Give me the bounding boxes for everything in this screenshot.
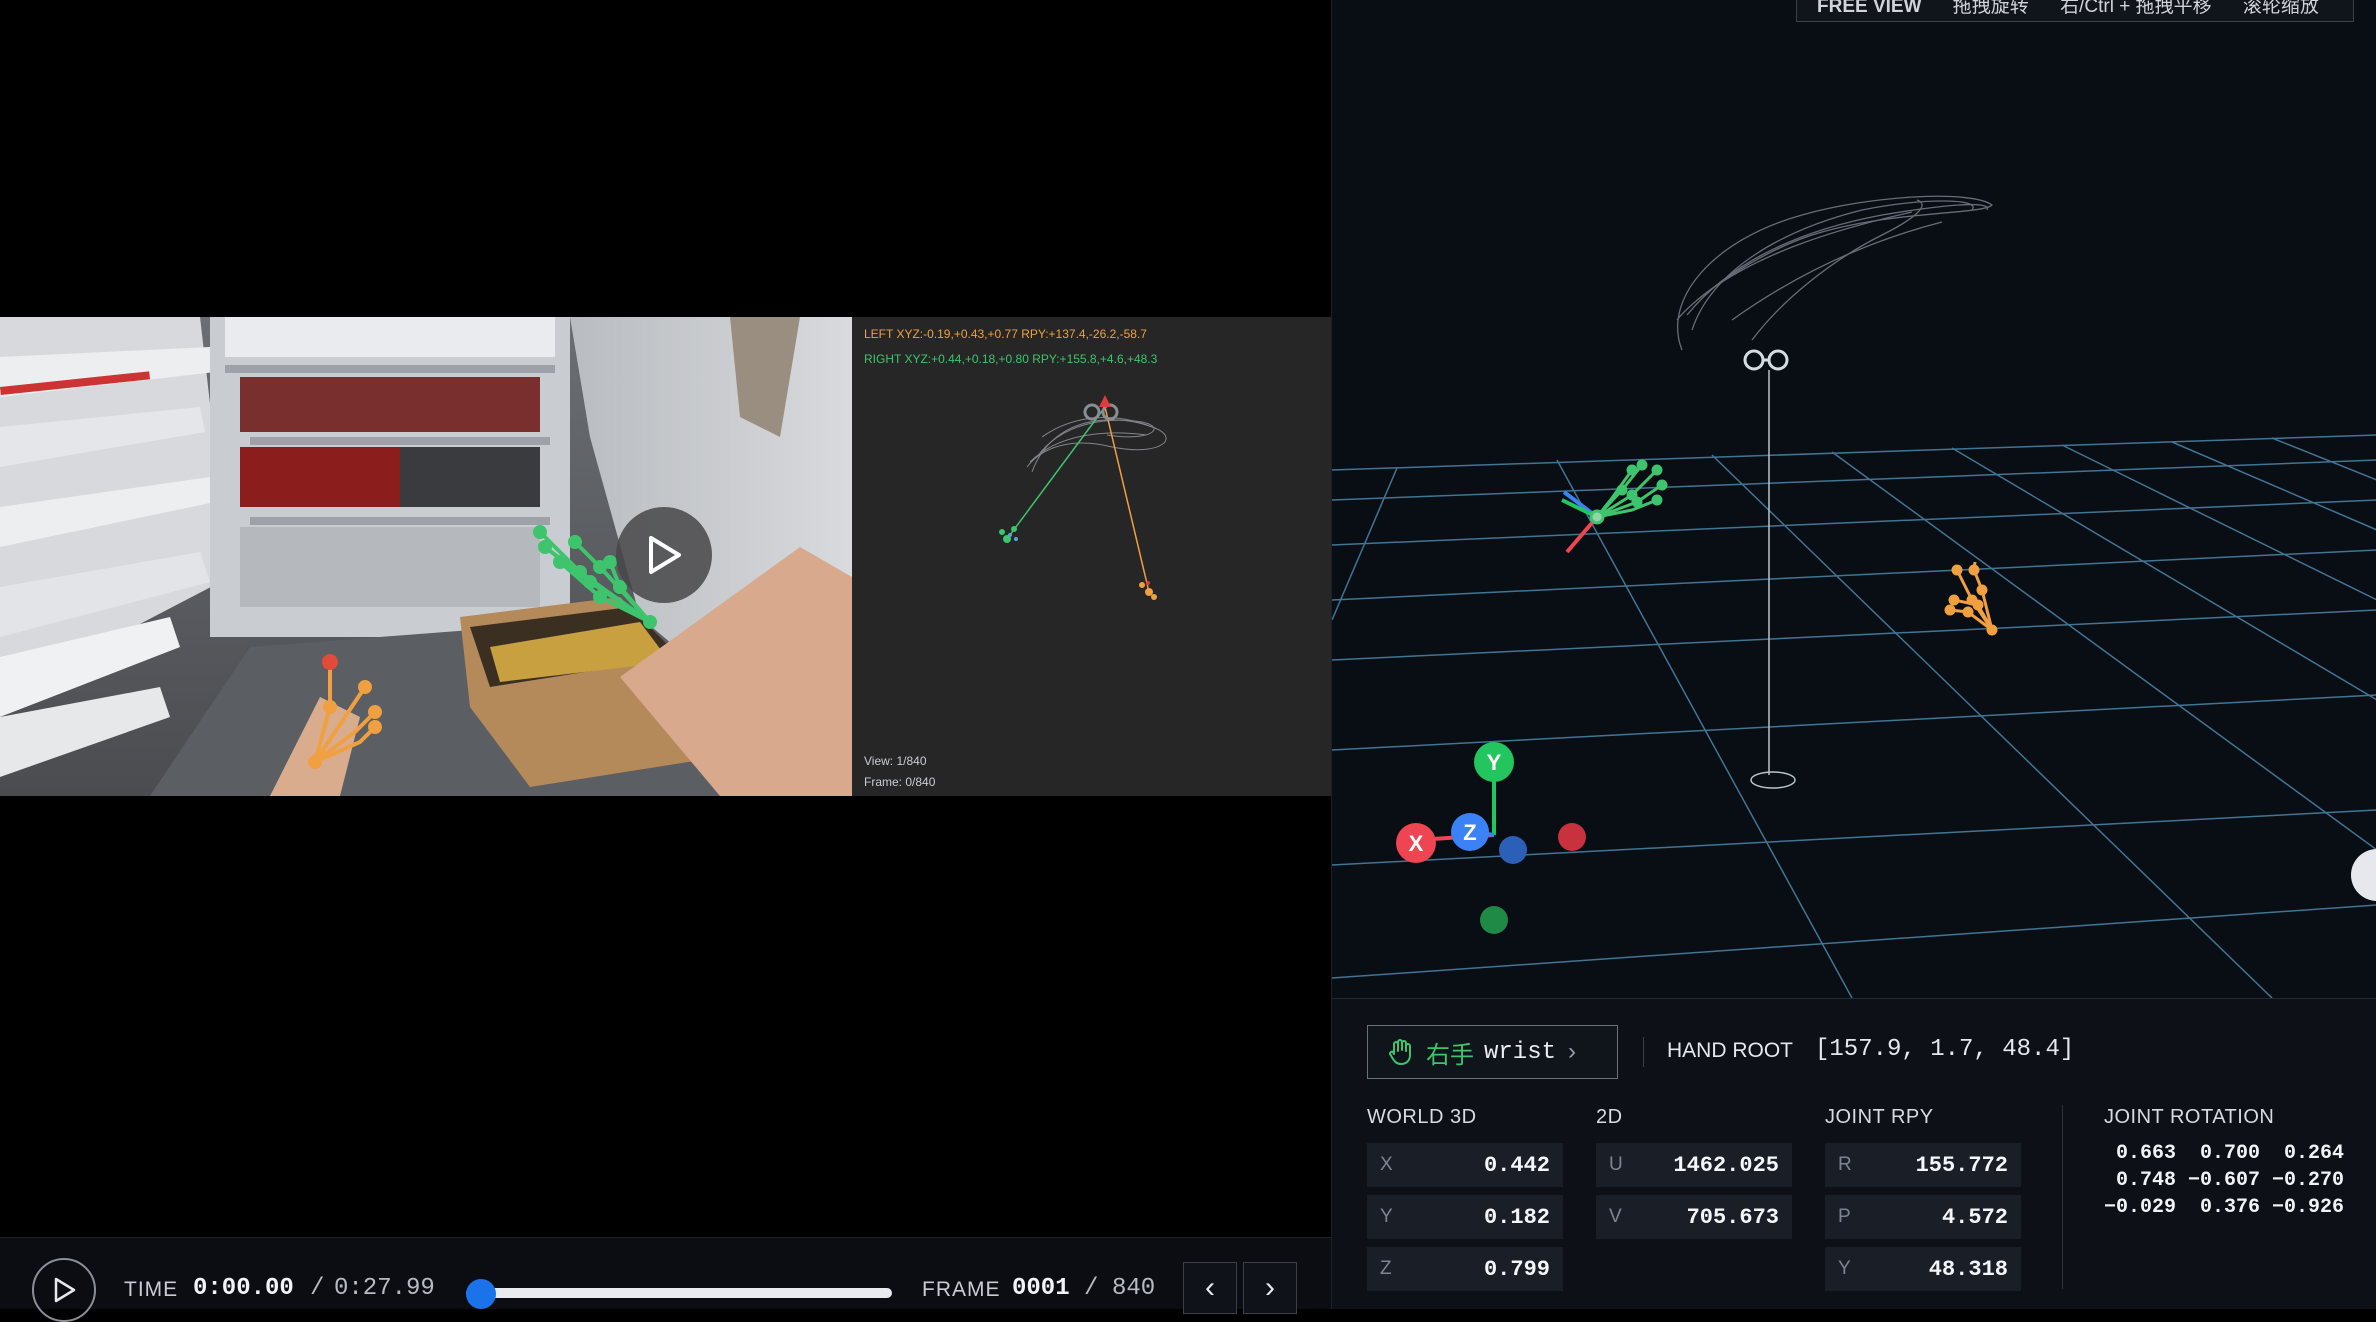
timeline-slider-track[interactable] — [466, 1288, 892, 1298]
scene-canvas: Y X Z — [1331, 195, 2376, 999]
rotation-row-3: −0.029 0.376 −0.926 — [2103, 1196, 2344, 1219]
hint-rotate: 拖拽旋转 — [1952, 0, 2029, 17]
hint-pan: 右/Ctrl + 拖拽平移 — [2060, 0, 2212, 17]
joint-rpy-p: P 4.572 — [1825, 1195, 2021, 1239]
play-icon — [54, 1277, 76, 1303]
frame-current: 0001 — [1012, 1275, 1070, 1302]
3d-viewport[interactable]: Y X Z FREE VIEW 拖拽旋转 右/Ctrl + 拖拽平移 滚轮缩放 — [1331, 0, 2376, 999]
joint-rpy-label: JOINT RPY — [1825, 1106, 1934, 1128]
joint-rotation-label: JOINT ROTATION — [2104, 1106, 2275, 1128]
joint-rpy-y: Y 48.318 — [1825, 1247, 2021, 1291]
play-icon — [649, 536, 681, 574]
frame-info: Frame: 0/840 — [864, 775, 936, 789]
trajectory-plot — [999, 395, 1167, 600]
video-play-overlay-button[interactable] — [616, 507, 712, 603]
hand-joint-selector[interactable]: 右手 wrist › — [1367, 1025, 1618, 1079]
image2d-v: V 705.673 — [1596, 1195, 1792, 1239]
axis-label-z: Z — [1463, 820, 1476, 845]
frame-total: 840 — [1112, 1275, 1156, 1302]
chevron-left-icon: ‹ — [1205, 1271, 1215, 1304]
axis-label-y: Y — [1487, 750, 1502, 775]
time-separator: / — [310, 1275, 325, 1302]
axis-gizmo[interactable]: Y X Z — [1396, 742, 1586, 934]
view-info: View: 1/840 — [864, 754, 927, 768]
right-hand-model — [1561, 459, 1668, 554]
play-button[interactable] — [32, 1258, 96, 1322]
camera-frame — [0, 317, 852, 796]
next-frame-button[interactable]: › — [1243, 1262, 1297, 1314]
divider — [1643, 1037, 1644, 1067]
playback-bar: TIME 0:00.00 / 0:27.99 FRAME 0001 / 840 … — [0, 1237, 1331, 1322]
joint-label: wrist — [1484, 1038, 1557, 1066]
time-total: 0:27.99 — [334, 1275, 435, 1302]
hand-icon — [1389, 1039, 1411, 1065]
time-current: 0:00.00 — [193, 1275, 294, 1302]
scene-pane: Y X Z FREE VIEW 拖拽旋转 右/Ctrl + 拖拽平移 滚轮缩放 … — [1331, 0, 2376, 1309]
world3d-label: WORLD 3D — [1367, 1106, 1477, 1128]
hand-trajectory-panel: LEFT XYZ:-0.19,+0.43,+0.77 RPY:+137.4,-2… — [852, 317, 1331, 796]
hint-zoom: 滚轮缩放 — [2242, 0, 2319, 17]
hand-root-value: [157.9, 1.7, 48.4] — [1815, 1036, 2075, 1063]
world3d-y: Y 0.182 — [1367, 1195, 1563, 1239]
chevron-right-icon: › — [1568, 1038, 1577, 1065]
axis-label-x: X — [1409, 831, 1424, 856]
image2d-label: 2D — [1596, 1106, 1623, 1128]
rotation-row-2: 0.748 −0.607 −0.270 — [2103, 1169, 2344, 1192]
hand-label: 右手 — [1426, 1041, 1474, 1069]
world3d-x: X 0.442 — [1367, 1143, 1563, 1187]
hand-root-label: HAND ROOT — [1667, 1039, 1793, 1062]
joint-rpy-r: R 155.772 — [1825, 1143, 2021, 1187]
camera-image — [0, 317, 852, 796]
chevron-right-icon: › — [1265, 1271, 1275, 1304]
frame-separator: / — [1084, 1275, 1099, 1302]
left-hand-model — [1944, 561, 1998, 636]
world3d-z: Z 0.799 — [1367, 1247, 1563, 1291]
timeline-slider-thumb[interactable] — [466, 1279, 496, 1309]
view-mode-hint: FREE VIEW 拖拽旋转 右/Ctrl + 拖拽平移 滚轮缩放 — [1796, 0, 2354, 22]
divider — [2062, 1105, 2063, 1289]
prev-frame-button[interactable]: ‹ — [1183, 1262, 1237, 1314]
video-pane: LEFT XYZ:-0.19,+0.43,+0.77 RPY:+137.4,-2… — [0, 0, 1331, 1309]
image2d-u: U 1462.025 — [1596, 1143, 1792, 1187]
time-label: TIME — [124, 1278, 179, 1301]
rotation-row-1: 0.663 0.700 0.264 — [2103, 1142, 2344, 1165]
frame-label: FRAME — [922, 1278, 1001, 1301]
view-mode-label: FREE VIEW — [1817, 0, 1922, 17]
scene-side-handle[interactable] — [2351, 849, 2376, 901]
joint-info-panel: 右手 wrist › HAND ROOT [157.9, 1.7, 48.4] … — [1332, 998, 2376, 1309]
